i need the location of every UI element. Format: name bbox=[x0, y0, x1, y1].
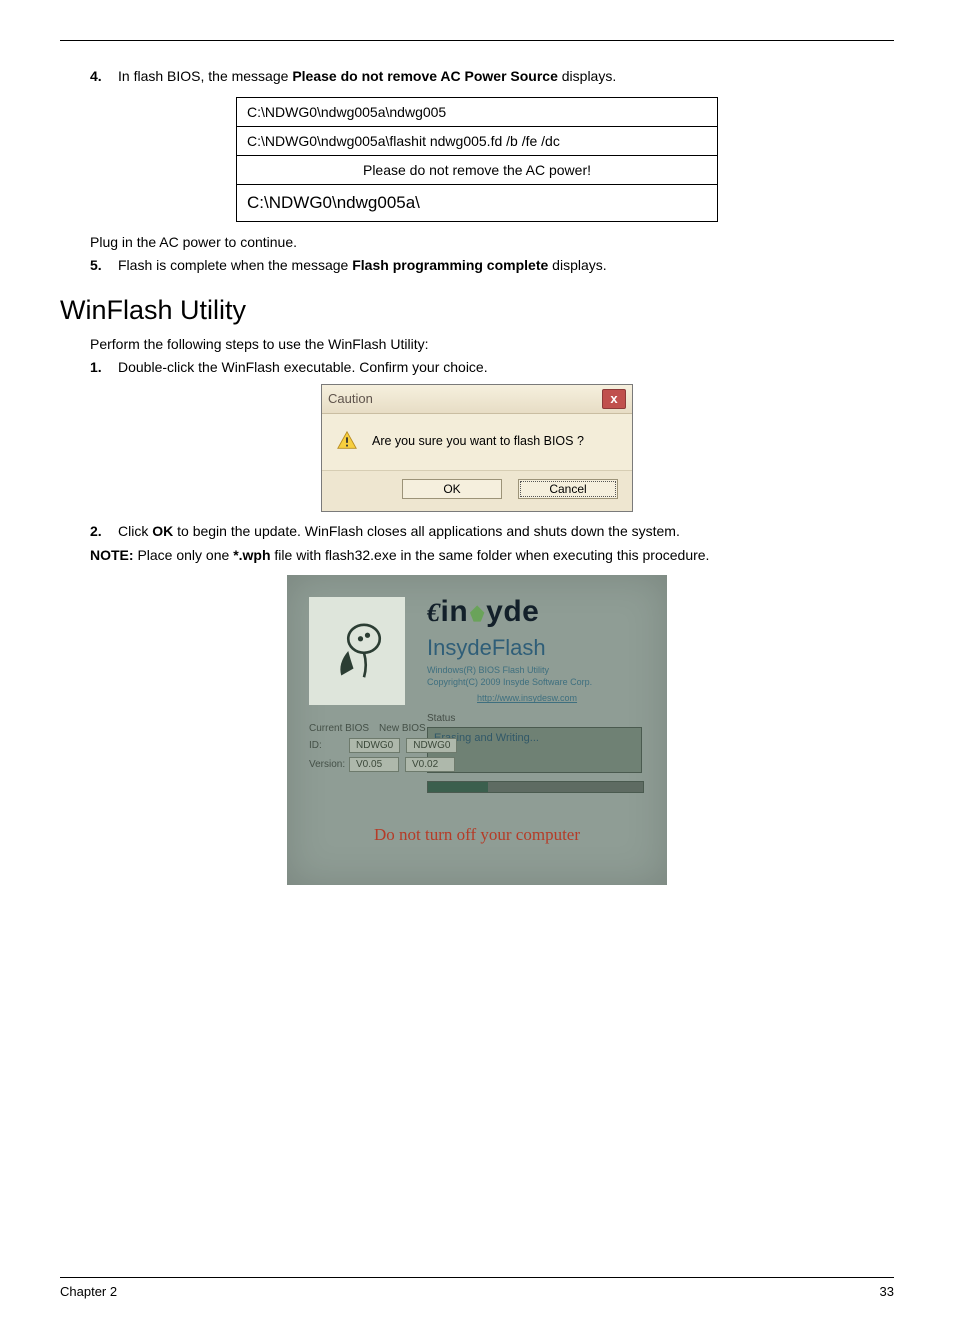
step-1b: 1. Double-click the WinFlash executable.… bbox=[60, 358, 894, 378]
dialog-titlebar: Caution x bbox=[322, 385, 632, 414]
current-bios-label: Current BIOS bbox=[309, 723, 369, 734]
dos-line-2: C:\NDWG0\ndwg005a\flashit ndwg005.fd /b … bbox=[237, 127, 717, 156]
close-icon[interactable]: x bbox=[602, 389, 626, 409]
note-line: NOTE: Place only one *.wph file with fla… bbox=[90, 547, 894, 563]
leaf-icon bbox=[468, 605, 486, 623]
step-4: 4. In flash BIOS, the message Please do … bbox=[60, 67, 894, 87]
step-4-text: In flash BIOS, the message Please do not… bbox=[118, 67, 894, 87]
dos-line-1: C:\NDWG0\ndwg005a\ndwg005 bbox=[237, 98, 717, 127]
step-5: 5. Flash is complete when the message Fl… bbox=[60, 256, 894, 276]
plug-in-text: Plug in the AC power to continue. bbox=[90, 234, 894, 250]
id-label: ID: bbox=[309, 740, 343, 751]
step-2b-number: 2. bbox=[90, 522, 118, 542]
dialog-message: Are you sure you want to flash BIOS ? bbox=[372, 434, 584, 448]
warning-message: Do not turn off your computer bbox=[287, 825, 667, 845]
dialog-title: Caution bbox=[328, 391, 373, 406]
id-current-value: NDWG0 bbox=[349, 738, 400, 753]
section-title-winflash: WinFlash Utility bbox=[60, 295, 894, 326]
step-5-number: 5. bbox=[90, 256, 118, 276]
perform-text: Perform the following steps to use the W… bbox=[90, 336, 894, 352]
dos-output-box: C:\NDWG0\ndwg005a\ndwg005 C:\NDWG0\ndwg0… bbox=[236, 97, 718, 222]
step-1b-number: 1. bbox=[90, 358, 118, 378]
note-label: NOTE: bbox=[90, 547, 134, 563]
brand-text: €inyde bbox=[427, 595, 539, 629]
step-2b-text: Click OK to begin the update. WinFlash c… bbox=[118, 522, 894, 542]
caution-dialog: Caution x Are you sure you want to flash… bbox=[321, 384, 633, 512]
new-bios-label: New BIOS bbox=[379, 723, 426, 734]
progress-fill bbox=[428, 782, 488, 792]
footer-page-number: 33 bbox=[880, 1284, 894, 1299]
footer-chapter: Chapter 2 bbox=[60, 1284, 117, 1299]
warning-icon bbox=[336, 430, 358, 452]
ok-button[interactable]: OK bbox=[402, 479, 502, 499]
dos-line-4: C:\NDWG0\ndwg005a\ bbox=[237, 185, 717, 221]
version-current-value: V0.05 bbox=[349, 757, 399, 772]
dos-line-3: Please do not remove the AC power! bbox=[237, 156, 717, 185]
id-new-value: NDWG0 bbox=[406, 738, 457, 753]
version-new-value: V0.02 bbox=[405, 757, 455, 772]
page-footer: Chapter 2 33 bbox=[60, 1278, 894, 1299]
progress-bar bbox=[427, 781, 644, 793]
app-link: http://www.insydesw.com bbox=[477, 693, 577, 703]
step-5-text: Flash is complete when the message Flash… bbox=[118, 256, 894, 276]
status-box: Erasing and Writing... bbox=[427, 727, 642, 773]
insydeflash-screenshot: €inyde InsydeFlash Windows(R) BIOS Flash… bbox=[287, 575, 667, 885]
step-4-number: 4. bbox=[90, 67, 118, 87]
bios-section: Current BIOS New BIOS ID: NDWG0 NDWG0 Ve… bbox=[309, 723, 457, 772]
app-subtitle-2: Copyright(C) 2009 Insyde Software Corp. bbox=[427, 677, 592, 687]
app-subtitle-1: Windows(R) BIOS Flash Utility bbox=[427, 665, 549, 675]
version-label: Version: bbox=[309, 759, 343, 770]
insyde-logo-icon bbox=[309, 597, 405, 705]
step-1b-text: Double-click the WinFlash executable. Co… bbox=[118, 358, 894, 378]
step-2b: 2. Click OK to begin the update. WinFlas… bbox=[60, 522, 894, 542]
app-title: InsydeFlash bbox=[427, 635, 546, 661]
cancel-button[interactable]: Cancel bbox=[518, 479, 618, 499]
